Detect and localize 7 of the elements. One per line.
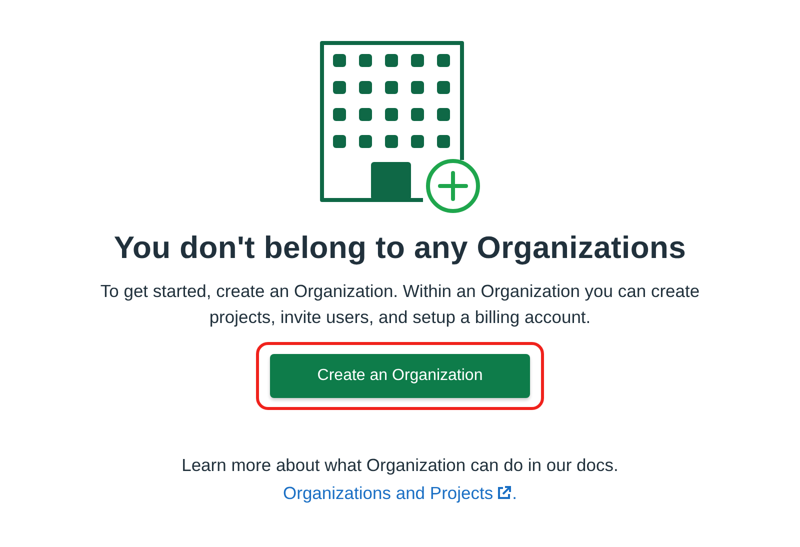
building-add-icon xyxy=(319,40,481,216)
docs-link[interactable]: Organizations and Projects xyxy=(283,480,512,506)
link-period: . xyxy=(512,482,517,505)
learn-more-text: Learn more about what Organization can do in our docs. xyxy=(182,454,618,477)
empty-state-description: To get started, create an Organization. Within an Organization you can create projects, invite users, and setup a billing account. xyxy=(99,280,701,329)
create-organization-button[interactable]: Create an Organization xyxy=(270,354,530,398)
empty-state-title: You don't belong to any Organizations xyxy=(114,229,686,267)
